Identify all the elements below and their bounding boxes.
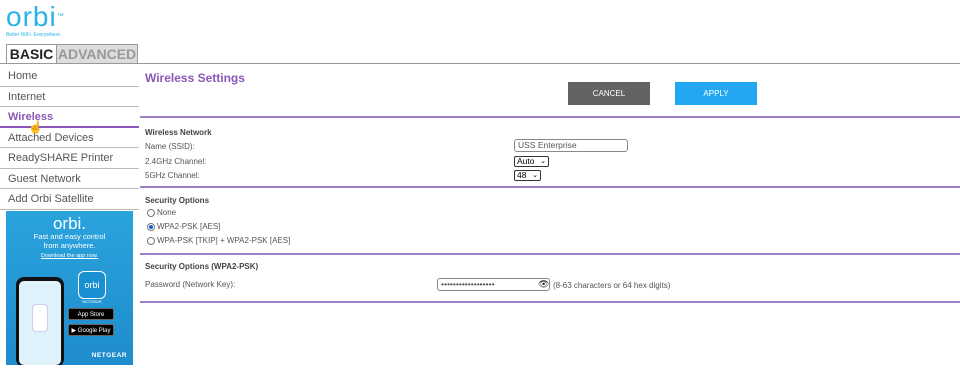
apply-button[interactable]: APPLY <box>675 82 757 105</box>
channel-5-select[interactable]: 48 ⌄ <box>514 170 541 181</box>
password-hint: (8-63 characters or 64 hex digits) <box>553 281 671 290</box>
sidebar-item-readyshare-printer[interactable]: ReadySHARE Printer <box>0 148 139 169</box>
channel-24-value: Auto <box>517 156 535 166</box>
eye-icon[interactable]: 👁 <box>538 279 549 290</box>
password-label: Password (Network Key): <box>145 280 236 289</box>
google-play-button[interactable]: ▶ Google Play <box>68 324 114 336</box>
orbi-app-icon: orbi <box>78 271 106 299</box>
phone-image <box>16 277 64 365</box>
section-divider <box>140 253 960 255</box>
section-divider <box>140 301 960 303</box>
promo-headline-2: from anywhere. <box>43 241 96 250</box>
google-play-label: Google Play <box>77 328 111 334</box>
orbi-logo: orbi™ Better WiFi. Everywhere. <box>6 1 65 39</box>
logo-brand: orbi <box>6 1 57 32</box>
ssid-label: Name (SSID): <box>145 142 195 151</box>
ssid-input[interactable]: USS Enterprise <box>514 139 628 152</box>
mode-tabs: BASIC ADVANCED <box>6 44 138 64</box>
security-options-title: Security Options <box>145 196 210 205</box>
sidebar-item-add-orbi-satellite[interactable]: Add Orbi Satellite <box>0 189 139 210</box>
sidebar-item-guest-network[interactable]: Guest Network <box>0 169 139 189</box>
password-input[interactable]: •••••••••••••••••• <box>437 278 550 291</box>
sidebar-item-wireless[interactable]: Wireless <box>0 107 139 128</box>
promo-logo: orbi. <box>52 214 87 233</box>
logo-tm: ™ <box>56 13 65 20</box>
security-option-label: WPA2-PSK [AES] <box>157 222 221 231</box>
tab-advanced[interactable]: ADVANCED <box>57 44 138 64</box>
radio-button[interactable] <box>147 236 155 245</box>
wireless-network-title: Wireless Network <box>145 128 212 137</box>
channel-24-label: 2.4GHz Channel: <box>145 157 207 166</box>
security-option-label: None <box>157 208 177 217</box>
chevron-down-icon: ⌄ <box>540 158 546 165</box>
sidebar-item-attached-devices[interactable]: Attached Devices <box>0 128 139 148</box>
channel-24-select[interactable]: Auto ⌄ <box>514 156 549 167</box>
sidebar-item-internet[interactable]: Internet <box>0 87 139 107</box>
sidebar: Home Internet Wireless Attached Devices … <box>0 66 139 210</box>
logo-tagline: Better WiFi. Everywhere. <box>6 32 62 38</box>
section-divider <box>140 186 960 188</box>
app-promo-banner[interactable]: orbi. Fast and easy control from anywher… <box>6 211 133 365</box>
netgear-brand: NETGEAR <box>91 352 127 359</box>
chevron-down-icon: ⌄ <box>532 172 538 179</box>
app-store-button[interactable]: App Store <box>68 308 114 320</box>
header-divider <box>0 63 960 64</box>
hand-cursor-icon: ☝ <box>28 120 43 134</box>
section-divider <box>140 116 960 118</box>
channel-5-value: 48 <box>517 170 527 180</box>
promo-headline-1: Fast and easy control <box>33 232 106 241</box>
sidebar-item-home[interactable]: Home <box>0 66 139 87</box>
security-option-wpa-wpa2-mixed[interactable]: WPA-PSK [TKIP] + WPA2-PSK [AES] <box>147 236 290 245</box>
channel-5-label: 5GHz Channel: <box>145 171 200 180</box>
app-icon-tag: NETGEAR <box>82 299 102 304</box>
radio-button-selected[interactable] <box>147 222 155 231</box>
wpa2-section-title: Security Options (WPA2-PSK) <box>145 262 259 271</box>
promo-download-link[interactable]: Download the app now. <box>6 253 133 259</box>
security-option-wpa2-psk-aes[interactable]: WPA2-PSK [AES] <box>147 222 220 231</box>
security-option-label: WPA-PSK [TKIP] + WPA2-PSK [AES] <box>157 236 291 245</box>
radio-button[interactable] <box>147 208 155 217</box>
orbi-device-image <box>33 305 47 331</box>
app-store-label: App Store <box>77 312 105 318</box>
cancel-button[interactable]: CANCEL <box>568 82 650 105</box>
tab-basic[interactable]: BASIC <box>6 44 57 64</box>
security-option-none[interactable]: None <box>147 208 176 217</box>
page-title: Wireless Settings <box>145 71 245 85</box>
phone-screen <box>19 281 61 365</box>
